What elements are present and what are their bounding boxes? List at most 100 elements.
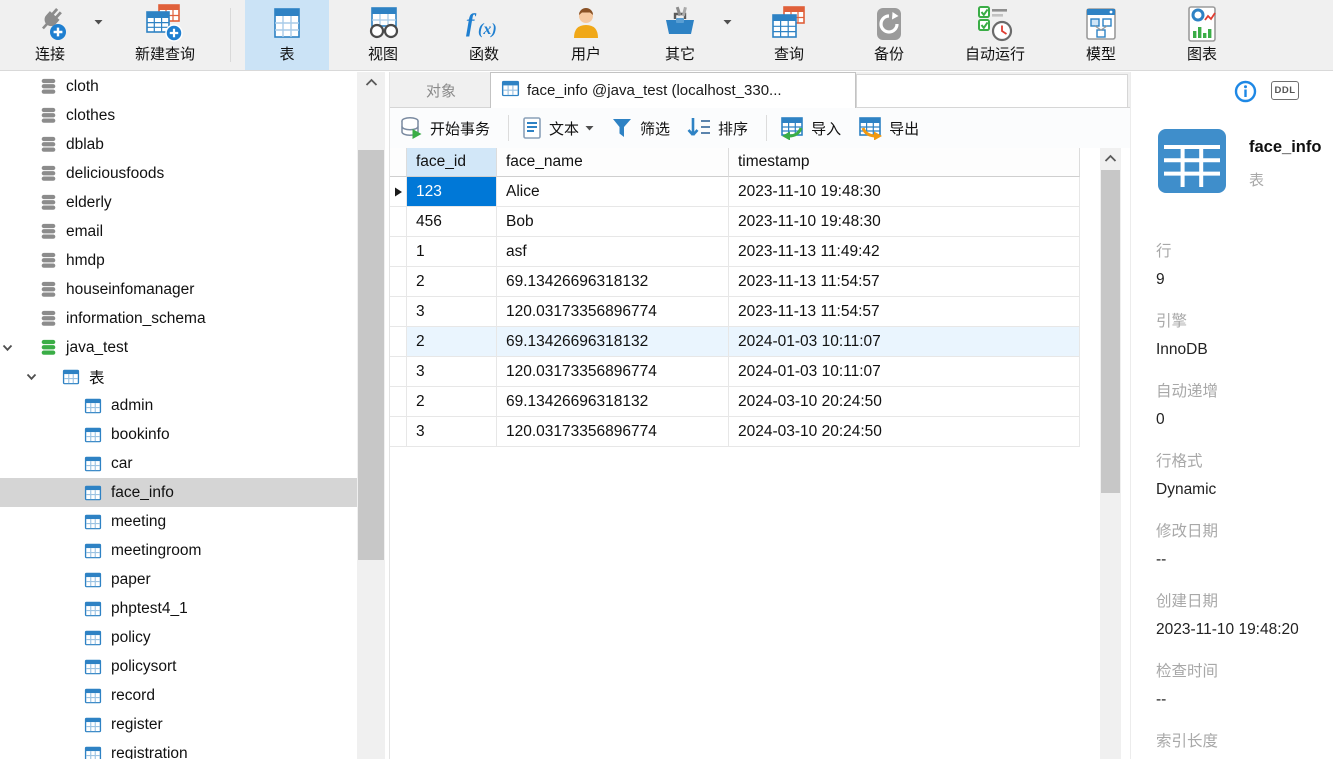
tree-item-deliciousfoods[interactable]: deliciousfoods [0,159,357,188]
grid-cell[interactable]: 2023-11-13 11:49:42 [729,237,1080,267]
grid-scrollbar[interactable] [1100,148,1121,759]
row-marker-cell[interactable] [390,237,407,267]
grid-cell[interactable]: Alice [497,177,729,207]
tree-item-paper[interactable]: paper [0,565,357,594]
toolbar-button-export[interactable]: 导出 [857,116,919,140]
row-marker-cell[interactable] [390,327,407,357]
tree-item-bookinfo[interactable]: bookinfo [0,420,357,449]
ribbon-button-query[interactable]: 查询 [743,0,835,70]
ribbon-button-automation[interactable]: 自动运行 [943,0,1047,70]
grid-cell[interactable]: Bob [497,207,729,237]
tab-face-info[interactable]: face_info @java_test (localhost_330... [490,72,856,108]
toolbar-button-text[interactable]: 文本 [521,116,594,140]
tree-item-admin[interactable]: admin [0,391,357,420]
grid-cell[interactable]: 120.03173356896774 [497,297,729,327]
grid-cell[interactable]: 69.13426696318132 [497,267,729,297]
scroll-up-icon[interactable] [357,72,385,92]
ribbon-dropdown-connection[interactable] [90,0,106,70]
tree-item-information_schema[interactable]: information_schema [0,304,357,333]
tree-item-policy[interactable]: policy [0,623,357,652]
tree-item--[interactable]: 表 [0,362,357,391]
row-marker-cell[interactable] [390,207,407,237]
grid-cell[interactable]: 120.03173356896774 [497,417,729,447]
grid-cell[interactable]: 2 [407,327,497,357]
tree-item-registration[interactable]: registration [0,739,357,759]
row-marker-icon[interactable] [390,177,407,207]
grid-cell[interactable]: 2024-01-03 10:11:07 [729,327,1080,357]
grid-cell[interactable]: 69.13426696318132 [497,327,729,357]
sidebar-scrollbar[interactable] [357,72,385,759]
tree-item-hmdp[interactable]: hmdp [0,246,357,275]
ribbon-button-views[interactable]: 视图 [337,0,429,70]
tree-item-email[interactable]: email [0,217,357,246]
grid-cell[interactable]: 456 [407,207,497,237]
row-marker-cell[interactable] [390,357,407,387]
ribbon-button-users[interactable]: 用户 [539,0,633,70]
grid-cell[interactable]: 2023-11-10 19:48:30 [729,177,1080,207]
grid-cell[interactable]: asf [497,237,729,267]
toolbar-button-sort[interactable]: 排序 [686,116,748,140]
tree-item-java_test[interactable]: java_test [0,333,357,362]
ribbon-button-tables[interactable]: 表 [245,0,329,70]
ribbon-button-model[interactable]: 模型 [1055,0,1147,70]
sidebar: cloth clothes dblab deliciousfoods elder… [0,72,390,759]
grid-column-header-face_name[interactable]: face_name [497,148,729,177]
grid-column-header-timestamp[interactable]: timestamp [729,148,1080,177]
sidebar-scrollbar-thumb[interactable] [358,150,384,560]
grid-scrollbar-thumb[interactable] [1101,170,1120,493]
tree-item-elderly[interactable]: elderly [0,188,357,217]
tree-item-policysort[interactable]: policysort [0,652,357,681]
scroll-up-icon[interactable] [1100,148,1121,168]
row-marker-cell[interactable] [390,417,407,447]
chevron-down-icon[interactable] [0,340,15,359]
tree-item-meeting[interactable]: meeting [0,507,357,536]
toolbar-button-filter[interactable]: 筛选 [610,116,670,140]
row-marker-cell[interactable] [390,267,407,297]
ribbon-button-connection[interactable]: 连接 [10,0,90,70]
grid-cell[interactable]: 2024-03-10 20:24:50 [729,417,1080,447]
tree-item-meetingroom[interactable]: meetingroom [0,536,357,565]
grid-cell[interactable]: 2023-11-10 19:48:30 [729,207,1080,237]
ribbon-button-charts[interactable]: 图表 [1155,0,1249,70]
toolbar-button-import[interactable]: 导入 [779,116,841,140]
tree-item-clothes[interactable]: clothes [0,101,357,130]
grid-cell[interactable]: 2024-03-10 20:24:50 [729,387,1080,417]
ribbon-button-functions[interactable]: f (x) 函数 [437,0,531,70]
grid-column-header-face_id[interactable]: face_id [407,148,497,177]
grid-cell[interactable]: 1 [407,237,497,267]
tree-item-phptest4_1[interactable]: phptest4_1 [0,594,357,623]
tab-objects[interactable]: 对象 [398,72,484,108]
tree-item-label: deliciousfoods [66,164,165,182]
chevron-down-icon[interactable] [24,369,39,388]
ribbon-button-others[interactable]: 其它 [641,0,719,70]
row-marker-cell[interactable] [390,387,407,417]
grid-cell[interactable]: 2 [407,387,497,417]
tree-item-cloth[interactable]: cloth [0,72,357,101]
grid-cell[interactable]: 3 [407,357,497,387]
toolbar-button-begin-transaction[interactable]: 开始事务 [400,116,490,140]
tree-item-face_info[interactable]: face_info [0,478,357,507]
ribbon-button-backup[interactable]: 备份 [843,0,935,70]
tree-item-houseinfomanager[interactable]: houseinfomanager [0,275,357,304]
tree-item-register[interactable]: register [0,710,357,739]
grid-cell[interactable]: 123 [407,177,497,207]
grid-cell[interactable]: 120.03173356896774 [497,357,729,387]
tree-item-record[interactable]: record [0,681,357,710]
tree-item-dblab[interactable]: dblab [0,130,357,159]
grid-cell[interactable]: 3 [407,417,497,447]
grid-cell[interactable]: 2023-11-13 11:54:57 [729,267,1080,297]
info-icon[interactable] [1234,80,1257,107]
caret-down-icon[interactable] [585,125,594,131]
grid-cell[interactable]: 2 [407,267,497,297]
grid-cell[interactable]: 69.13426696318132 [497,387,729,417]
grid-cell[interactable]: 2023-11-13 11:54:57 [729,297,1080,327]
tree-item-label: policysort [111,657,177,675]
database-tree: cloth clothes dblab deliciousfoods elder… [0,72,357,759]
ddl-icon[interactable]: DDL [1271,81,1299,100]
grid-cell[interactable]: 3 [407,297,497,327]
ribbon-dropdown-others[interactable] [719,0,735,70]
ribbon-button-new-query[interactable]: 新建查询 [106,0,224,70]
tree-item-car[interactable]: car [0,449,357,478]
row-marker-cell[interactable] [390,297,407,327]
grid-cell[interactable]: 2024-01-03 10:11:07 [729,357,1080,387]
